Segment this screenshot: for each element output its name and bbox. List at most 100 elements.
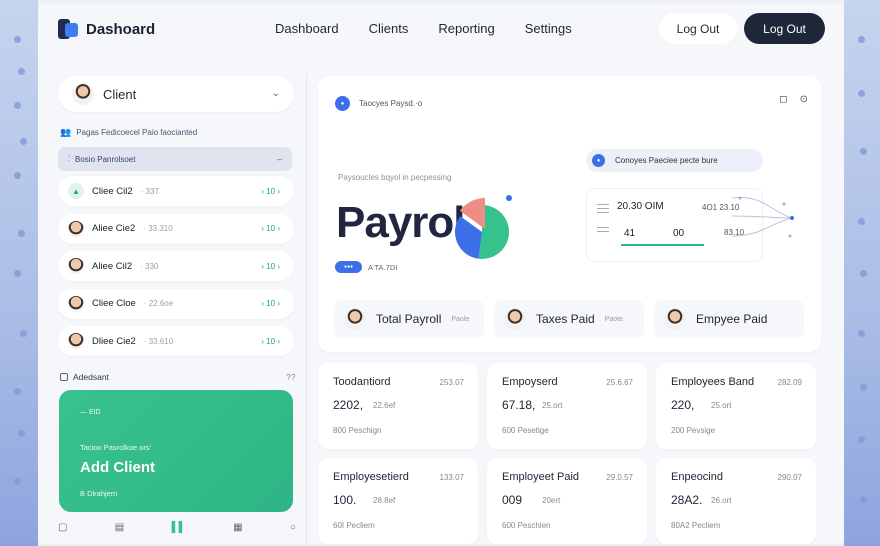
trash-icon[interactable]: ▦ [233, 522, 242, 533]
client-name: Cliee Cil2 [92, 185, 133, 197]
pie-marker [506, 195, 512, 201]
stat-card-title: Employesetierd [333, 471, 409, 483]
stat-card-title: Employeet Paid [502, 471, 580, 483]
bottom-toolbar: ▢ ▤ ▌▌ ▦ ○ [58, 522, 296, 533]
stat-card[interactable]: Toodantiord 253.07 2202, 22.6ef 800 Peschign [318, 363, 478, 449]
payroll-callout[interactable]: ● Conoyes Paeciee pecte bure [586, 149, 763, 172]
assistant-icon [60, 373, 68, 381]
circle-icon[interactable]: ○ [290, 522, 296, 533]
more-icon[interactable]: ?? [286, 372, 295, 382]
add-card-subtitle: Tacioo Pasrolkoe ors' [80, 443, 152, 452]
top-header: Dashoard Dashboard Clients Reporting Set… [38, 4, 844, 54]
brand-name: Dashoard [86, 20, 156, 38]
stat-card[interactable]: Employeet Paid 29.0.57 009 20ert 600 Peschie… [487, 458, 647, 544]
client-list-item[interactable]: Cliee Cloe · 22.6oe › 10 › [58, 288, 294, 319]
summary-label: Empyee Paid [696, 312, 768, 326]
logout-button-primary[interactable]: Log Out [744, 13, 825, 44]
logo-icon [58, 19, 78, 39]
stat-card-title: Enpeocind [671, 471, 723, 483]
stat-card[interactable]: Enpeocind 290.07 28A2. 26.ort 80A2 Pecliem [656, 458, 816, 544]
filter-dropdown[interactable]: ⫶ Bosio Panrolsoet – [58, 147, 292, 171]
stat-card-delta: 282.09 [777, 378, 802, 387]
client-icon: ▲ [68, 183, 84, 199]
stat-card-footer: 800 Peschign [333, 426, 382, 435]
add-client-button[interactable]: Add Client [80, 459, 155, 476]
settings-icon[interactable]: ⊙ [800, 94, 808, 105]
list-lines-icon [597, 204, 609, 244]
stat-card-subvalue: 26.ort [711, 496, 732, 505]
stat-card-footer: 600 Pesetige [502, 426, 549, 435]
client-list-item[interactable]: Dliee Cie2 · 33.610 › 10 › [58, 326, 294, 356]
progress-line [621, 244, 704, 246]
stat-card-title: Toodantiord [333, 376, 391, 388]
stat-card-delta: 25.6.67 [606, 378, 633, 387]
nav-dashboard[interactable]: Dashboard [275, 21, 339, 36]
client-count[interactable]: › 10 › [261, 299, 280, 308]
chevron-down-icon: ⌄ [271, 88, 280, 99]
stat-card-subvalue: 25.ort [542, 401, 563, 410]
client-name: Dliee Cie2 [92, 335, 136, 347]
stat-value: 41 [624, 228, 636, 239]
add-card-footer: B Dlrahjem [80, 489, 118, 498]
client-selector-label: Client [103, 86, 137, 102]
summary-meta: Paole [451, 315, 470, 323]
hero-badge: ●●● A TA.7DI [335, 261, 397, 273]
stat-card[interactable]: Empoyserd 25.6.67 67.18, 25.ort 600 Pesetige [487, 363, 647, 449]
brand-logo[interactable]: Dashoard [58, 19, 155, 39]
app-window: Dashoard Dashboard Clients Reporting Set… [38, 4, 844, 544]
square-icon[interactable]: ▢ [58, 522, 67, 533]
client-meta: · 22.6oe [143, 299, 174, 308]
logout-button-secondary[interactable]: Log Out [659, 13, 737, 44]
avatar [72, 83, 94, 105]
summary-item[interactable]: Taxes Paid Paote [494, 300, 644, 338]
stat-card-subvalue: 22.6ef [373, 401, 396, 410]
inbox-icon[interactable]: ▤ [115, 522, 124, 533]
client-name: Aliee Cie2 [92, 223, 136, 234]
client-count[interactable]: › 10 › [261, 337, 280, 346]
avatar [68, 333, 84, 349]
add-client-card[interactable]: — EID Tacioo Pasrolkoe ors' Add Client B… [59, 390, 293, 512]
hero-chip[interactable]: ● Taocyes Paysd.·o [335, 96, 422, 111]
client-count[interactable]: › 10 › [261, 262, 280, 271]
stat-card-title: Empoyserd [502, 376, 558, 388]
client-count[interactable]: › 10 › [261, 224, 280, 233]
client-list-item[interactable]: ▲ Cliee Cil2 · 337 › 10 › [58, 176, 294, 206]
stat-card[interactable]: Employesetierd 133.07 100. 28.8ef 60I Peclie… [318, 458, 478, 544]
nav-clients[interactable]: Clients [369, 21, 409, 36]
client-meta: · 330 [140, 261, 159, 271]
client-selector[interactable]: Client ⌄ [58, 76, 294, 112]
client-meta: · 337 [140, 186, 159, 196]
processing-text: Paysoucles bqyol in pecpessing [338, 173, 452, 182]
summary-item[interactable]: Empyee Paid [654, 300, 804, 338]
stat-card[interactable]: Employees Band 282.09 220, 25.ort 200 Pevsig… [656, 363, 816, 449]
stat-card-delta: 253.07 [439, 378, 464, 387]
stat-card-value: 100. [333, 493, 357, 507]
stat-value: 00 [673, 228, 685, 239]
stat-value: 20.30 OIM [617, 201, 664, 212]
client-list-item[interactable]: Aliee Cil2 · 330 › 10 › [58, 251, 294, 281]
summary-item[interactable]: Total Payroll Paole [334, 300, 484, 338]
client-count[interactable]: › 10 › [261, 187, 280, 196]
chevron-icon: ● [592, 154, 605, 167]
chevron-down-icon: – [276, 154, 282, 164]
stat-card-subvalue: 25.ort [711, 401, 732, 410]
stat-card-value: 2202, [333, 398, 364, 412]
avatar [664, 308, 686, 330]
stat-card-footer: 600 Peschien [502, 521, 551, 530]
nav-reporting[interactable]: Reporting [438, 21, 494, 36]
comment-icon[interactable]: ◻ [779, 94, 787, 105]
pause-icon[interactable]: ▌▌ [172, 522, 186, 533]
avatar [68, 295, 84, 312]
users-icon: 👥 [60, 127, 72, 137]
stat-card-subvalue: 28.8ef [373, 496, 396, 505]
panel-divider [306, 74, 307, 544]
assistant-section-label: Adedsant ?? [60, 372, 295, 382]
client-name: Cliee Cloe [92, 298, 136, 309]
client-list-item[interactable]: Aliee Cie2 · 33.310 › 10 › [58, 213, 294, 244]
info-icon: ● [335, 96, 350, 111]
stat-card-delta: 29.0.57 [606, 473, 633, 482]
nav-settings[interactable]: Settings [525, 21, 572, 36]
stat-card-delta: 133.07 [439, 473, 464, 482]
avatar [344, 308, 366, 330]
client-meta: · 33.310 [143, 224, 173, 233]
